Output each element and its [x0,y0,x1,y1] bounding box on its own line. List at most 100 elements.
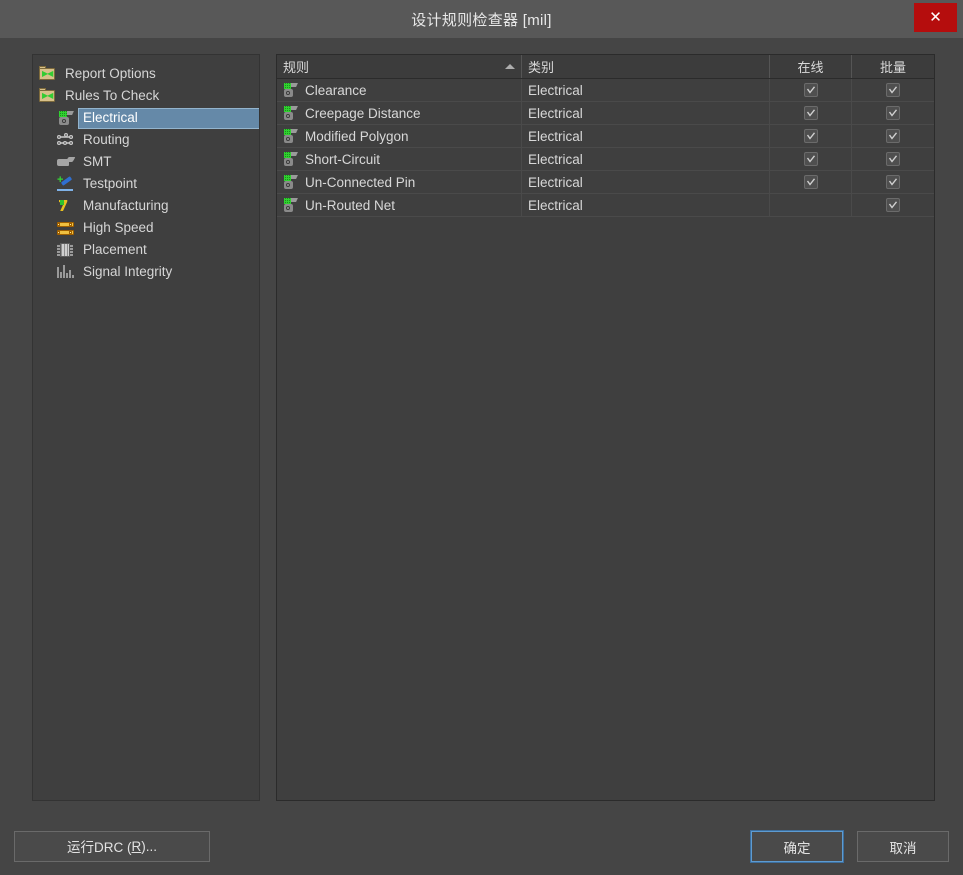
category-name: Electrical [528,151,583,167]
footer-right-buttons: 确定 取消 [750,830,949,863]
sidebar-item-high-speed[interactable]: High Speed [33,217,259,239]
cell-rule: Creepage Distance [277,102,522,124]
rule-icon [283,105,298,121]
rule-icon [283,197,298,213]
table-row[interactable]: Creepage Distance Electrical [277,102,934,125]
batch-checkbox[interactable] [886,83,900,97]
sidebar-item-electrical[interactable]: Electrical [33,107,259,129]
column-header-label: 批量 [879,60,906,75]
rules-table-panel: 规则 类别 在线 批量 Clearance Electrical Creepage … [276,54,935,801]
run-drc-label-prefix: 运行DRC ( [67,840,132,855]
rule-name: Short-Circuit [305,151,381,167]
run-drc-button[interactable]: 运行DRC (R)... [14,830,210,862]
batch-checkbox[interactable] [886,198,900,212]
sidebar-item-label: SMT [83,153,112,169]
category-name: Electrical [528,174,583,190]
cell-category: Electrical [522,79,770,101]
rule-name: Un-Routed Net [305,197,396,213]
signal-integrity-icon [57,264,74,280]
cell-batch [852,171,934,193]
batch-checkbox[interactable] [886,152,900,166]
category-name: Electrical [528,82,583,98]
sort-ascending-icon [505,64,515,69]
run-drc-accelerator: R [131,838,142,854]
sidebar-item-rules-to-check[interactable]: ▶◀ Rules To Check [33,85,259,107]
sidebar-item-testpoint[interactable]: + Testpoint [33,173,259,195]
column-header-batch[interactable]: 批量 [852,55,934,78]
rule-name: Clearance [305,82,367,98]
manufacturing-icon: 7 [58,197,69,215]
cell-category: Electrical [522,125,770,147]
cell-batch [852,194,934,216]
column-header-online[interactable]: 在线 [770,55,852,78]
cell-online [770,194,852,216]
rule-name: Un-Connected Pin [305,174,416,190]
table-row[interactable]: Un-Routed Net Electrical [277,194,934,217]
sidebar-item-report-options[interactable]: ▶◀ Report Options [33,63,259,85]
dialog-footer: 运行DRC (R)... 确定 取消 [0,817,963,875]
batch-checkbox[interactable] [886,175,900,189]
rule-icon [283,128,298,144]
folder-icon: ▶◀ [39,66,56,82]
sidebar-item-label: High Speed [83,219,154,235]
sidebar-item-label: Testpoint [83,175,138,191]
sidebar-item-routing[interactable]: Routing [33,129,259,151]
column-header-label: 在线 [797,60,824,75]
cell-batch [852,125,934,147]
sidebar-item-label: Electrical [78,107,259,129]
table-row[interactable]: Clearance Electrical [277,79,934,102]
column-header-category[interactable]: 类别 [522,55,770,78]
rules-tree-panel: ▶◀ Report Options ▶◀ Rules To Check Elec… [32,54,260,801]
placement-icon [57,242,74,258]
rule-name: Creepage Distance [305,105,421,121]
cell-category: Electrical [522,171,770,193]
sidebar-item-signal-integrity[interactable]: Signal Integrity [33,261,259,283]
close-icon[interactable]: ✕ [914,3,957,32]
dialog-body: ▶◀ Report Options ▶◀ Rules To Check Elec… [0,38,963,817]
online-checkbox[interactable] [803,83,818,97]
cell-online [770,148,852,170]
sidebar-item-label: Placement [83,241,147,257]
sidebar-item-placement[interactable]: Placement [33,239,259,261]
folder-icon: ▶◀ [39,88,56,104]
category-name: Electrical [528,128,583,144]
column-header-rule[interactable]: 规则 [277,55,522,78]
sidebar-item-label: Manufacturing [83,197,169,213]
rule-icon [283,151,298,167]
batch-checkbox[interactable] [886,129,900,143]
cell-category: Electrical [522,148,770,170]
online-checkbox[interactable] [803,129,818,143]
rule-icon [283,82,298,98]
batch-checkbox[interactable] [886,106,900,120]
cell-rule: Short-Circuit [277,148,522,170]
cell-rule: Un-Routed Net [277,194,522,216]
high-speed-icon [57,220,74,236]
sidebar-item-smt[interactable]: SMT [33,151,259,173]
sidebar-item-manufacturing[interactable]: 7 Manufacturing [33,195,259,217]
table-body: Clearance Electrical Creepage Distance Elec… [277,79,934,800]
table-header: 规则 类别 在线 批量 [277,55,934,79]
cancel-button[interactable]: 取消 [857,831,949,862]
online-checkbox[interactable] [803,106,818,120]
run-drc-label-suffix: )... [141,838,157,854]
design-rule-checker-dialog: 设计规则检查器 [mil] ✕ ▶◀ Report Options ▶◀ Rul… [0,0,963,875]
column-header-label: 类别 [528,60,555,75]
rule-icon [283,174,298,190]
online-checkbox[interactable] [803,175,818,189]
rule-name: Modified Polygon [305,128,409,144]
testpoint-icon: + [57,175,74,192]
cell-online [770,125,852,147]
table-row[interactable]: Modified Polygon Electrical [277,125,934,148]
cell-rule: Clearance [277,79,522,101]
cell-batch [852,148,934,170]
table-row[interactable]: Short-Circuit Electrical [277,148,934,171]
electrical-icon [57,110,74,126]
sidebar-item-label: Signal Integrity [83,263,173,279]
ok-button[interactable]: 确定 [750,830,844,863]
table-row[interactable]: Un-Connected Pin Electrical [277,171,934,194]
column-header-label: 规则 [283,60,310,75]
cell-batch [852,102,934,124]
online-checkbox[interactable] [803,152,818,166]
cell-rule: Modified Polygon [277,125,522,147]
titlebar: 设计规则检查器 [mil] ✕ [0,0,963,38]
